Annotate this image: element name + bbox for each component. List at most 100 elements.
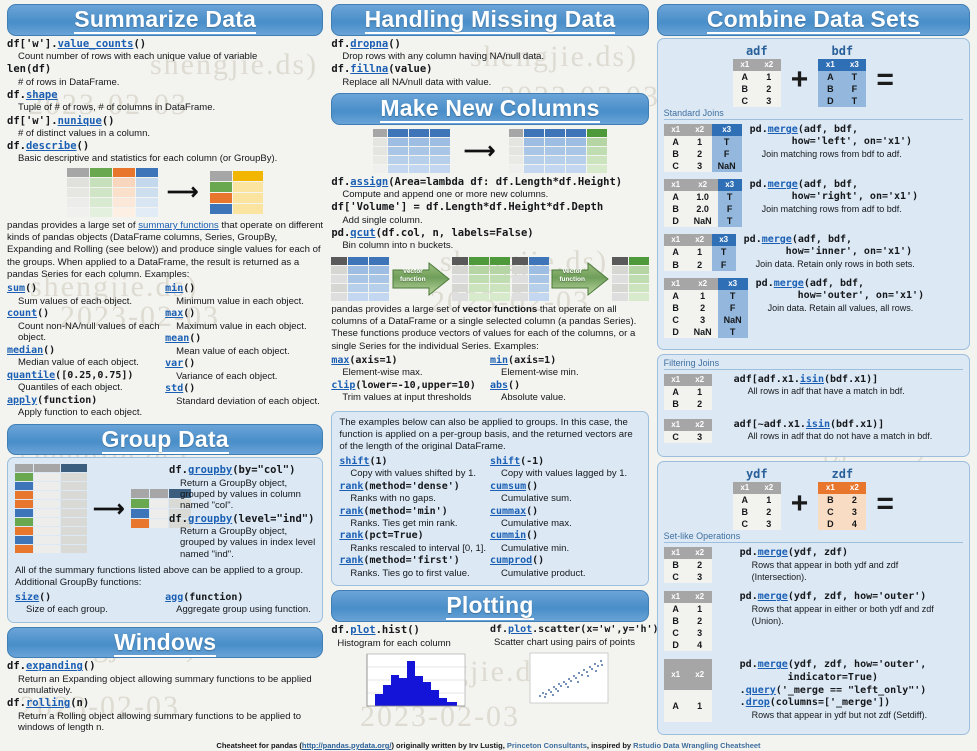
merge-link[interactable]: merge [768,179,798,190]
function-signature[interactable]: rank(method='dense') [339,481,490,494]
api-link[interactable]: fillna [350,63,388,75]
function-link[interactable]: max [331,355,349,366]
function-link[interactable]: agg [165,592,183,603]
summary-functions-link[interactable]: summary functions [138,220,219,231]
code-line[interactable]: adf[adf.x1.isin(bdf.x1)] [734,374,963,387]
code-line[interactable]: adf[~adf.x1.isin(bdf.x1)] [734,419,963,432]
function-link[interactable]: min [490,355,508,366]
plot-hist-code[interactable]: df.plot.hist() [331,624,490,637]
function-link[interactable]: clip [331,380,355,391]
merge-link[interactable]: merge [768,124,798,135]
api-link[interactable]: value_counts [58,38,134,50]
function-link[interactable]: quantile [7,370,55,381]
code-line[interactable]: df['Volume'] = df.Length*df.Height*df.De… [331,201,648,214]
code-line-2[interactable]: how='left', on='x1') [792,136,963,149]
function-signature[interactable]: shift(1) [339,456,490,469]
code-line[interactable]: pd.merge(ydf, zdf, how='outer', [740,659,963,672]
function-signature[interactable]: var() [165,358,323,371]
code-line[interactable]: df.fillna(value) [331,63,648,76]
function-link[interactable]: min [165,283,183,294]
function-link[interactable]: mean [165,333,189,344]
code-line-2[interactable]: how='outer', on='x1') [798,290,963,303]
code-line[interactable]: pd.qcut(df.col, n, labels=False) [331,227,648,240]
query-link[interactable]: query [746,685,776,696]
code-line-3[interactable]: .query('_merge == "left_only"') [740,685,963,698]
function-link[interactable]: rank [339,555,363,566]
api-link[interactable]: assign [350,176,388,188]
code-line[interactable]: pd.merge(adf, bdf, [756,278,963,291]
isin-link[interactable]: isin [806,419,830,430]
api-link[interactable]: dropna [350,38,388,50]
function-signature[interactable]: cummin() [490,530,641,543]
function-signature[interactable]: quantile([0.25,0.75]) [7,370,165,383]
function-link[interactable]: std [165,383,183,394]
code-line[interactable]: df.groupby(by="col") [169,464,315,477]
function-signature[interactable]: count() [7,308,165,321]
api-link[interactable]: describe [26,140,77,152]
api-link[interactable]: qcut [350,227,375,239]
drop-link[interactable]: drop [746,697,770,708]
code-line[interactable]: df.rolling(n) [7,697,323,710]
function-link[interactable]: max [165,308,183,319]
code-line[interactable]: len(df) [7,63,323,76]
code-line[interactable]: df.describe() [7,140,323,153]
api-link[interactable]: rolling [26,697,70,709]
code-line[interactable]: pd.merge(ydf, zdf, how='outer') [740,591,963,604]
code-line-4[interactable]: .drop(columns=['_merge']) [740,697,963,710]
function-signature[interactable]: min(axis=1) [490,355,649,368]
merge-link[interactable]: merge [774,278,804,289]
function-link[interactable]: cummax [490,506,526,517]
code-line[interactable]: df.assign(Area=lambda df: df.Length*df.H… [331,176,648,189]
function-link[interactable]: cumprod [490,555,532,566]
function-signature[interactable]: clip(lower=-10,upper=10) [331,380,490,393]
api-link[interactable]: groupby [188,513,232,525]
code-line-2[interactable]: how='inner', on='x1') [786,246,963,259]
api-link[interactable]: expanding [26,660,83,672]
function-signature[interactable]: min() [165,283,323,296]
function-link[interactable]: cumsum [490,481,526,492]
function-signature[interactable]: sum() [7,283,165,296]
api-link[interactable]: shape [26,89,58,101]
function-signature[interactable]: max(axis=1) [331,355,490,368]
function-link[interactable]: rank [339,481,363,492]
function-signature[interactable]: abs() [490,380,649,393]
function-link[interactable]: shift [490,456,520,467]
code-line[interactable]: pd.merge(adf, bdf, [750,124,963,137]
code-line[interactable]: df.groupby(level="ind") [169,513,315,526]
function-signature[interactable]: cummax() [490,506,641,519]
code-line[interactable]: df.expanding() [7,660,323,673]
api-link[interactable]: nunique [58,115,102,127]
function-link[interactable]: count [7,308,37,319]
function-signature[interactable]: rank(method='min') [339,506,490,519]
function-link[interactable]: apply [7,395,37,406]
code-line-2[interactable]: indicator=True) [788,672,963,685]
function-signature[interactable]: max() [165,308,323,321]
function-signature[interactable]: shift(-1) [490,456,641,469]
code-line[interactable]: df.dropna() [331,38,648,51]
function-link[interactable]: rank [339,506,363,517]
function-signature[interactable]: agg(function) [165,592,315,605]
function-link[interactable]: cummin [490,530,526,541]
function-link[interactable]: rank [339,530,363,541]
code-line[interactable]: pd.merge(adf, bdf, [750,179,963,192]
function-link[interactable]: abs [490,380,508,391]
code-line-2[interactable]: how='right', on='x1') [792,191,963,204]
function-signature[interactable]: cumsum() [490,481,641,494]
function-signature[interactable]: rank(pct=True) [339,530,490,543]
function-signature[interactable]: size() [15,592,165,605]
isin-link[interactable]: isin [800,374,824,385]
plot-scatter-code[interactable]: df.plot.scatter(x='w',y='h') [490,624,659,637]
api-link[interactable]: groupby [188,464,232,476]
function-link[interactable]: shift [339,456,369,467]
function-signature[interactable]: mean() [165,333,323,346]
merge-link[interactable]: merge [762,234,792,245]
pandas-url-link[interactable]: http://pandas.pydata.org/ [302,741,392,750]
function-signature[interactable]: rank(method='first') [339,555,490,568]
plot-link[interactable]: plot [508,624,532,635]
code-line[interactable]: df['w'].nunique() [7,115,323,128]
code-line[interactable]: df['w'].value_counts() [7,38,323,51]
merge-link[interactable]: merge [758,659,788,670]
function-signature[interactable]: cumprod() [490,555,641,568]
function-link[interactable]: sum [7,283,25,294]
plot-link[interactable]: plot [350,624,375,636]
